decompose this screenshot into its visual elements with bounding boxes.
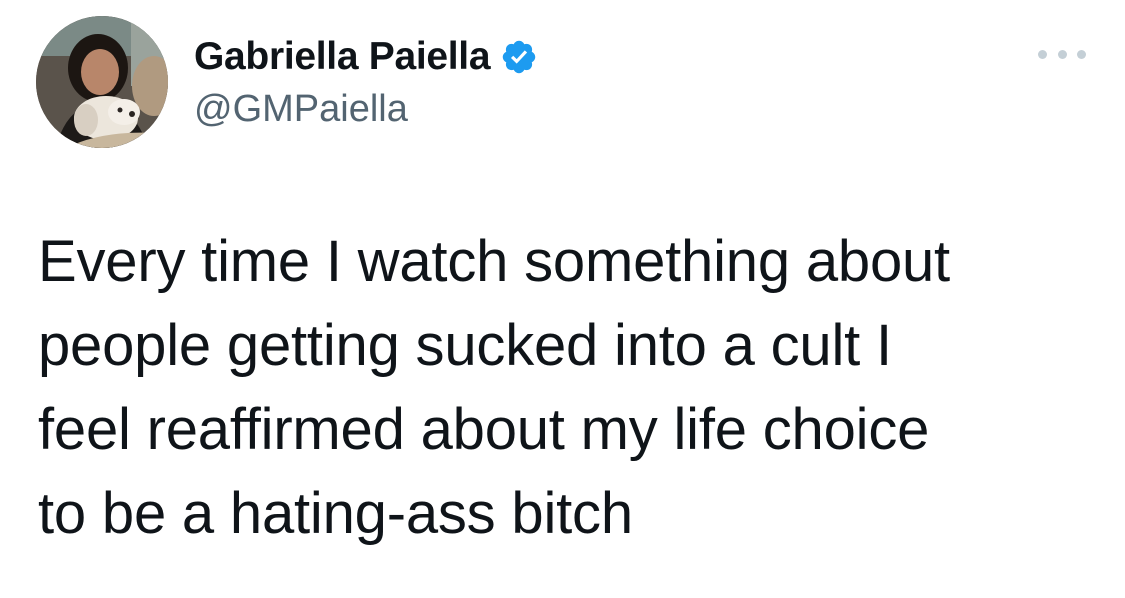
tweet-text-line: Every time I watch something about (38, 229, 950, 294)
verified-badge-icon (503, 40, 536, 74)
tweet-text: Every time I watch something about peopl… (38, 220, 1098, 556)
author-handle[interactable]: @GMPaiella (194, 88, 408, 131)
tweet-text-line: to be a hating-ass bitch (38, 481, 633, 546)
tweet-text-line: people getting sucked into a cult I (38, 313, 892, 378)
tweet-card: Gabriella Paiella @GMPaiella Every time … (0, 0, 1125, 598)
author-display-name[interactable]: Gabriella Paiella (194, 35, 491, 79)
author-name-row[interactable]: Gabriella Paiella (194, 34, 538, 80)
more-dot (1057, 49, 1067, 59)
more-dot (1077, 49, 1086, 59)
profile-photo-icon (36, 16, 168, 148)
more-horizontal-icon[interactable] (1038, 44, 1086, 64)
more-dot (1038, 49, 1047, 59)
avatar[interactable] (36, 16, 168, 148)
tweet-text-line: feel reaffirmed about my life choice (38, 397, 930, 462)
